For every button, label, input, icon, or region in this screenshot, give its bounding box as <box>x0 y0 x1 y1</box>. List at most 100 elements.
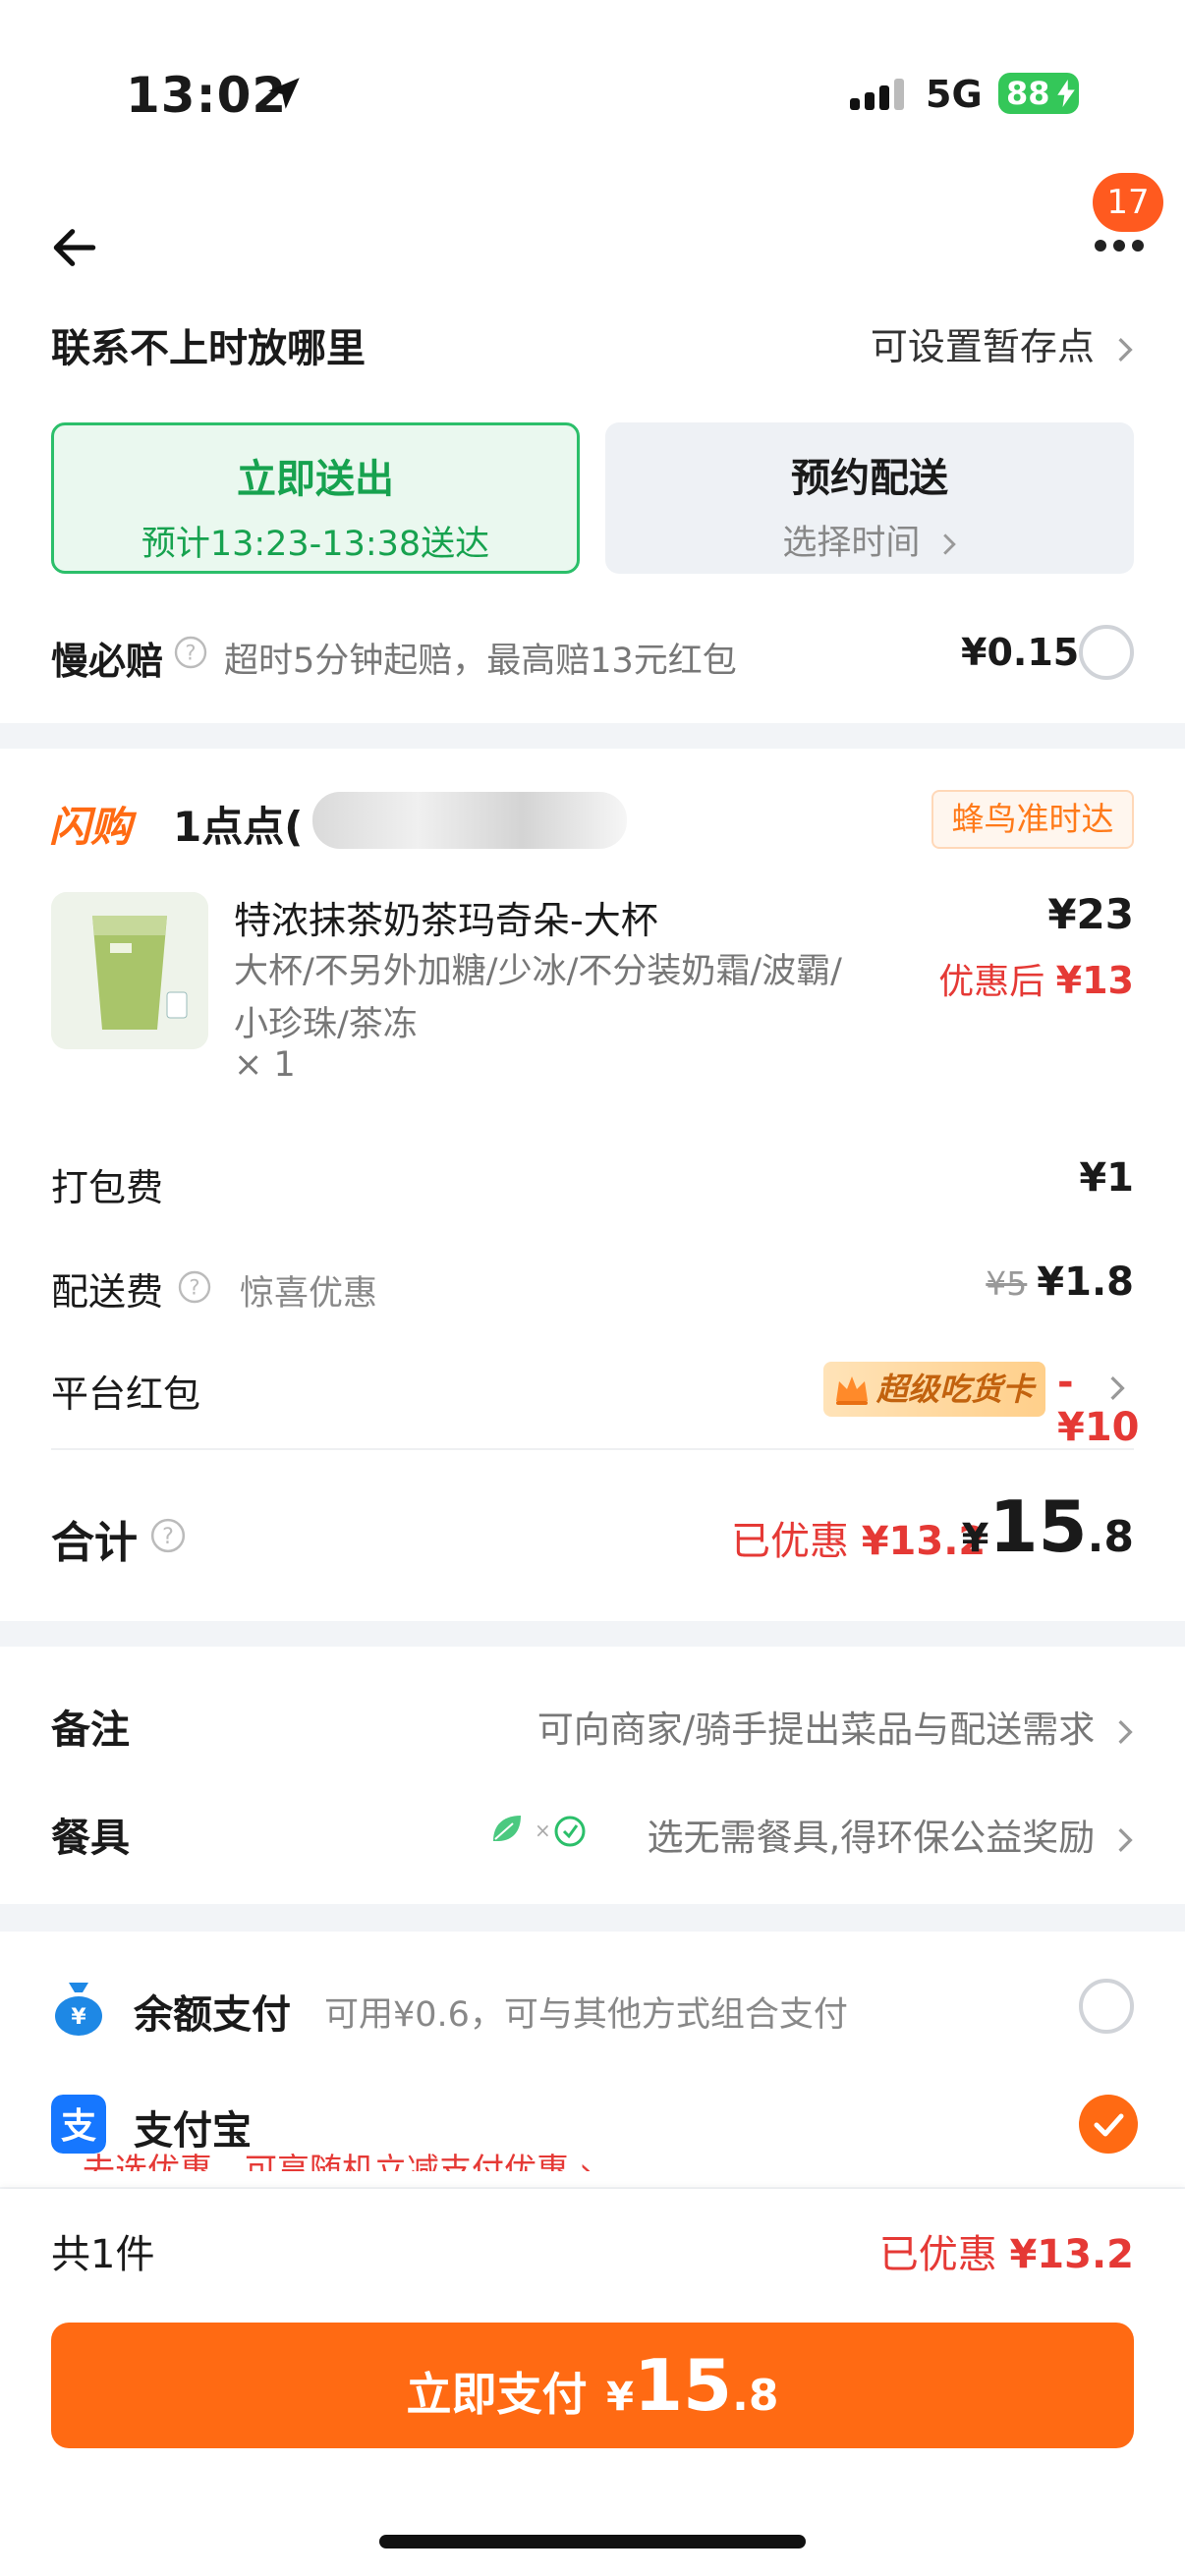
chevron-right-icon <box>1110 1376 1125 1400</box>
top-nav <box>0 187 1185 305</box>
ontime-badge: 蜂鸟准时达 <box>931 790 1134 849</box>
slow-compensation-price: ¥0.15 <box>961 631 1080 674</box>
delivery-section: 联系不上时放哪里 可设置暂存点 立即送出 预计13:23-13:38送达 预约配… <box>0 305 1185 723</box>
discount-price: ¥13 <box>1055 959 1134 1002</box>
product-quantity: × 1 <box>234 1045 296 1085</box>
delivery-fee-label: 配送费 <box>51 1270 164 1314</box>
help-icon[interactable]: ? <box>173 635 208 670</box>
shop-name: 1点点( <box>173 803 304 851</box>
svg-text:×: × <box>535 1819 551 1842</box>
note-label: 备注 <box>51 1708 130 1753</box>
total-currency: ¥ <box>961 1516 989 1561</box>
balance-pay-radio[interactable] <box>1079 1979 1134 2034</box>
chevron-right-icon <box>1118 1719 1133 1744</box>
battery-level: 88 <box>1006 75 1050 112</box>
slow-compensation-desc: 超时5分钟起赔，最高赔13元红包 <box>224 642 737 681</box>
chevron-right-icon <box>1118 337 1133 362</box>
milk-tea-cup-icon <box>51 892 208 1049</box>
contact-title: 联系不上时放哪里 <box>51 326 366 371</box>
checkmark-icon <box>1094 2113 1124 2137</box>
back-arrow-icon[interactable] <box>47 220 102 275</box>
delivery-fee-note: 惊喜优惠 <box>240 1274 378 1314</box>
bottom-saved-label: 已优惠 <box>878 2232 997 2277</box>
product-options-line2: 小珍珠/茶冻 <box>234 1005 418 1044</box>
packing-fee-label: 打包费 <box>51 1166 164 1209</box>
balance-pay-desc: 可用¥0.6，可与其他方式组合支付 <box>324 1995 848 2035</box>
note-row[interactable]: 可向商家/骑手提出菜品与配送需求 <box>537 1700 1134 1753</box>
scheduled-time-label: 选择时间 <box>782 524 921 563</box>
total-saved-label: 已优惠 <box>731 1519 849 1564</box>
product-discount: 优惠后 ¥13 <box>938 953 1134 1004</box>
balance-pay-name: 余额支付 <box>134 1992 291 2038</box>
utensil-row[interactable]: 选无需餐具,得环保公益奖励 <box>647 1808 1134 1861</box>
alipay-selected-check[interactable] <box>1079 2095 1138 2154</box>
delivery-fee-value: ¥5 ¥1.8 <box>986 1260 1134 1305</box>
product-price: ¥23 <box>1047 890 1134 938</box>
svg-text:?: ? <box>185 642 196 665</box>
total-label: 合计 <box>51 1518 138 1568</box>
crown-icon <box>836 1376 868 1405</box>
bottom-saved: 已优惠 ¥13.2 <box>879 2222 1134 2279</box>
money-bag-icon: ¥ <box>55 1983 102 2036</box>
product-name: 特浓抹茶奶茶玛奇朵-大杯 <box>234 899 658 942</box>
pay-now-button[interactable]: 立即支付 ¥15.8 <box>51 2323 1134 2448</box>
pay-now-label: 立即支付 <box>406 2368 588 2421</box>
item-count: 共1件 <box>51 2232 155 2277</box>
checkout-bar: 共1件 已优惠 ¥13.2 立即支付 ¥15.8 <box>0 2189 1185 2576</box>
pay-currency: ¥ <box>606 2375 634 2420</box>
platform-redpack-value: -¥10 <box>1057 1360 1140 1450</box>
pay-decimal: .8 <box>732 2371 779 2421</box>
platform-redpack-label: 平台红包 <box>51 1372 201 1416</box>
payment-section: ¥ 余额支付 可用¥0.6，可与其他方式组合支付 支 支付宝 去选优惠，可享随机… <box>0 1932 1185 2187</box>
svg-text:?: ? <box>189 1276 199 1300</box>
svg-text:?: ? <box>162 1524 174 1549</box>
charging-bolt-icon <box>1057 80 1075 107</box>
delivery-fee-final: ¥1.8 <box>1037 1260 1134 1305</box>
eco-leaf-icon: × <box>493 1816 586 1847</box>
utensil-value: 选无需餐具,得环保公益奖励 <box>647 1817 1096 1859</box>
scheduled-subtitle: 选择时间 <box>605 515 1134 565</box>
chevron-right-icon <box>942 533 956 555</box>
location-arrow-icon <box>268 78 300 109</box>
blurred-shop-name <box>312 792 627 849</box>
product-options-line1: 大杯/不另外加糖/少冰/不分装奶霜/波霸/ <box>234 952 842 991</box>
svg-text:¥: ¥ <box>71 2005 86 2030</box>
order-section: 闪购 1点点( 蜂鸟准时达 特浓抹茶奶茶玛奇朵-大杯 大杯/不另外加糖/少冰/不… <box>0 749 1185 1621</box>
delivery-fee-original: ¥5 <box>986 1264 1028 1303</box>
slow-compensation-row: 慢必赔 ? 超时5分钟起赔，最高赔13元红包 ¥0.15 <box>51 619 1134 688</box>
product-image[interactable] <box>51 892 208 1049</box>
deliver-now-eta: 预计13:23-13:38送达 <box>141 525 490 564</box>
scheduled-delivery-option[interactable]: 预约配送 选择时间 <box>605 422 1134 574</box>
packing-fee-value: ¥1 <box>1079 1155 1134 1201</box>
svg-text:支: 支 <box>61 2106 96 2147</box>
battery-indicator: 88 <box>998 73 1079 114</box>
balance-pay-row[interactable]: ¥ 余额支付 可用¥0.6，可与其他方式组合支付 <box>51 1971 1134 2049</box>
slow-compensation-title: 慢必赔 <box>51 640 164 683</box>
scheduled-title: 预约配送 <box>791 456 948 501</box>
super-foodie-card-badge: 超级吃货卡 <box>823 1362 1045 1417</box>
slow-compensation-radio[interactable] <box>1079 625 1134 680</box>
discount-label: 优惠后 <box>938 962 1045 1002</box>
shangou-logo: 闪购 <box>49 803 133 851</box>
contact-action-label: 可设置暂存点 <box>870 325 1095 368</box>
alipay-promo[interactable]: 去选优惠，可享随机立减支付优惠 › <box>83 2144 592 2171</box>
more-dots-icon[interactable] <box>1093 238 1146 253</box>
status-bar: 13:02 5G 88 <box>0 0 1185 187</box>
super-foodie-card-label: 超级吃货卡 <box>876 1371 1035 1408</box>
home-indicator[interactable] <box>379 2535 806 2548</box>
extras-section: 备注 可向商家/骑手提出菜品与配送需求 餐具 × 选无需餐具,得环保公益奖励 <box>0 1647 1185 1904</box>
total-integer: 15 <box>988 1485 1088 1568</box>
deliver-now-option[interactable]: 立即送出 预计13:23-13:38送达 <box>51 422 580 574</box>
total-amount: ¥15.8 <box>962 1485 1134 1568</box>
divider <box>51 1448 1134 1450</box>
platform-redpack-row[interactable]: 平台红包 超级吃货卡 -¥10 <box>51 1354 1140 1450</box>
product-options: 大杯/不另外加糖/少冰/不分装奶霜/波霸/ 小珍珠/茶冻 <box>234 945 922 1051</box>
deliver-now-title: 立即送出 <box>237 457 394 502</box>
help-icon[interactable]: ? <box>149 1517 187 1554</box>
set-storage-point-link[interactable]: 可设置暂存点 <box>871 316 1134 370</box>
network-label: 5G <box>926 73 983 116</box>
help-icon[interactable]: ? <box>177 1269 212 1305</box>
signal-icon <box>850 79 904 110</box>
note-placeholder: 可向商家/骑手提出菜品与配送需求 <box>536 1708 1096 1751</box>
contact-row[interactable]: 联系不上时放哪里 可设置暂存点 <box>51 305 1134 383</box>
